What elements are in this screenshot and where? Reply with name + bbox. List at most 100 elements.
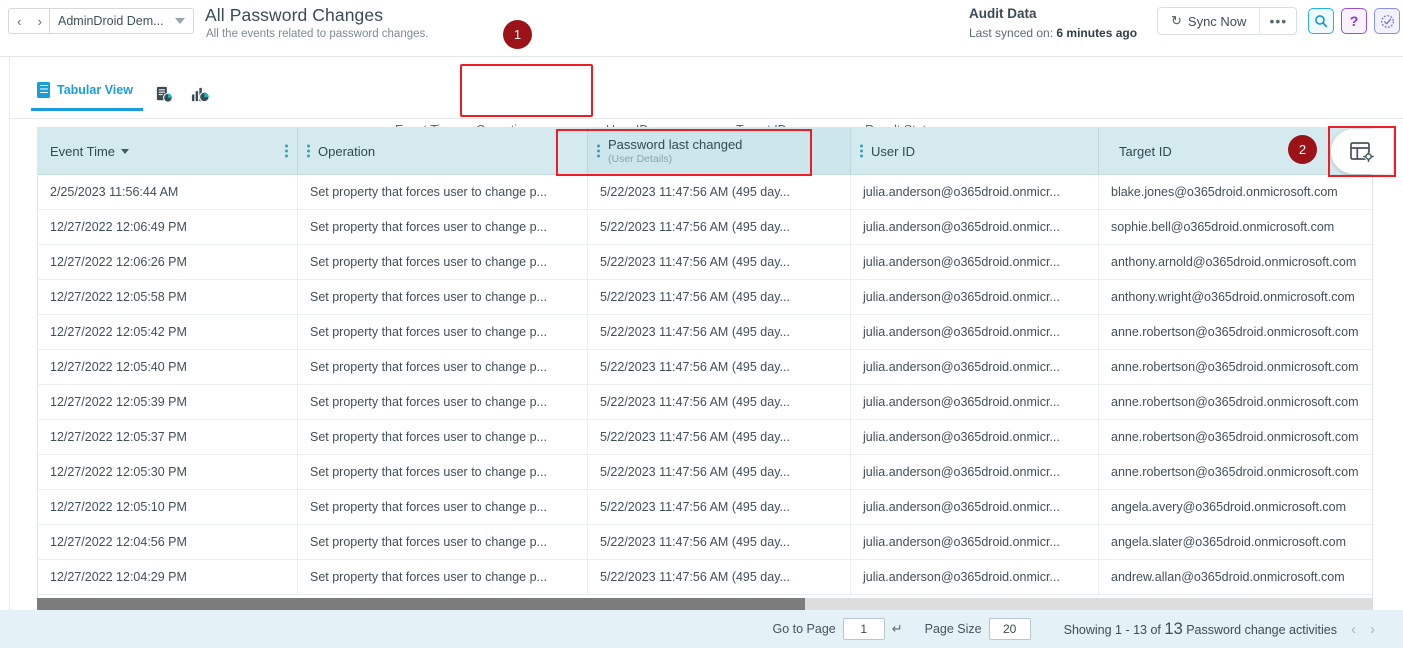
cell-target-id: anne.robertson@o365droid.onmicrosoft.com: [1099, 315, 1372, 349]
cell-event-time: 12/27/2022 12:05:40 PM: [38, 350, 298, 384]
chevron-down-icon: [175, 18, 185, 24]
table-row[interactable]: 12/27/2022 12:05:39 PMSet property that …: [38, 385, 1372, 420]
sync-now-button[interactable]: ↻ Sync Now: [1158, 8, 1260, 34]
goto-page-input[interactable]: 1: [843, 618, 885, 640]
table-body: 2/25/2023 11:56:44 AMSet property that f…: [38, 175, 1372, 595]
table-row[interactable]: 12/27/2022 12:05:40 PMSet property that …: [38, 350, 1372, 385]
column-header-password-last-changed[interactable]: Password last changed (User Details): [588, 128, 851, 174]
cell-user-id: julia.anderson@o365droid.onmicr...: [851, 315, 1099, 349]
column-header-password-last-changed-sub: (User Details): [600, 153, 672, 165]
cell-user-id: julia.anderson@o365droid.onmicr...: [851, 385, 1099, 419]
cell-target-id: anthony.arnold@o365droid.onmicrosoft.com: [1099, 245, 1372, 279]
cell-event-time: 12/27/2022 12:05:37 PM: [38, 420, 298, 454]
column-header-password-last-changed-label: Password last changed: [608, 137, 742, 152]
cell-user-id: julia.anderson@o365droid.onmicr...: [851, 350, 1099, 384]
table-left-gutter: [10, 119, 37, 610]
table-row[interactable]: 12/27/2022 12:05:37 PMSet property that …: [38, 420, 1372, 455]
column-header-operation[interactable]: Operation: [298, 128, 588, 174]
cell-operation: Set property that forces user to change …: [298, 245, 588, 279]
cell-target-id: angela.avery@o365droid.onmicrosoft.com: [1099, 490, 1372, 524]
table-row[interactable]: 12/27/2022 12:06:49 PMSet property that …: [38, 210, 1372, 245]
column-header-user-id[interactable]: User ID: [851, 128, 1099, 174]
column-header-event-time[interactable]: Event Time: [38, 128, 298, 174]
nav-back-icon[interactable]: ‹: [17, 15, 21, 28]
cell-user-id: julia.anderson@o365droid.onmicr...: [851, 490, 1099, 524]
clock-check-glyph: [1380, 14, 1395, 29]
organization-selector-label: AdminDroid Dem...: [58, 14, 175, 28]
next-page-button[interactable]: ›: [1370, 621, 1375, 638]
sort-descending-icon[interactable]: [121, 149, 129, 154]
table-row[interactable]: 12/27/2022 12:05:58 PMSet property that …: [38, 280, 1372, 315]
page-subtitle: All the events related to password chang…: [206, 28, 428, 40]
horizontal-scrollbar-thumb[interactable]: [37, 598, 805, 610]
audit-data-label: Audit Data: [969, 6, 1037, 21]
sync-more-options-button[interactable]: •••: [1260, 8, 1296, 34]
bar-pie-chart-glyph: [190, 85, 210, 104]
column-menu-icon[interactable]: [307, 150, 310, 153]
column-header-user-id-label: User ID: [871, 144, 915, 159]
column-menu-icon[interactable]: [285, 150, 288, 153]
table-row[interactable]: 12/27/2022 12:06:26 PMSet property that …: [38, 245, 1372, 280]
table-row[interactable]: 2/25/2023 11:56:44 AMSet property that f…: [38, 175, 1372, 210]
showing-summary: Showing 1 - 13 of 13 Password change act…: [1064, 620, 1337, 639]
table-row[interactable]: 12/27/2022 12:04:29 PMSet property that …: [38, 560, 1372, 595]
showing-total: 13: [1164, 620, 1182, 638]
tab-tabular-view-label: Tabular View: [57, 83, 133, 97]
table-row[interactable]: 12/27/2022 12:05:30 PMSet property that …: [38, 455, 1372, 490]
cell-password-last-changed: 5/22/2023 11:47:56 AM (495 day...: [588, 420, 851, 454]
cell-password-last-changed: 5/22/2023 11:47:56 AM (495 day...: [588, 175, 851, 209]
help-icon[interactable]: ?: [1341, 8, 1367, 34]
cell-user-id: julia.anderson@o365droid.onmicr...: [851, 455, 1099, 489]
column-menu-icon[interactable]: [597, 150, 600, 153]
search-icon[interactable]: [1308, 8, 1334, 34]
cell-target-id: anthony.wright@o365droid.onmicrosoft.com: [1099, 280, 1372, 314]
nav-arrows-group[interactable]: ‹ ›: [8, 8, 50, 34]
cell-operation: Set property that forces user to change …: [298, 210, 588, 244]
table-header-row: Event Time Operation Password last chang…: [38, 128, 1372, 175]
cell-password-last-changed: 5/22/2023 11:47:56 AM (495 day...: [588, 280, 851, 314]
filter-toolbar: Tabular View 20 Views: [10, 57, 1403, 119]
search-glyph: [1314, 14, 1328, 28]
audit-sync-value: 6 minutes ago: [1056, 26, 1137, 40]
table-row[interactable]: 12/27/2022 12:05:42 PMSet property that …: [38, 315, 1372, 350]
cell-password-last-changed: 5/22/2023 11:47:56 AM (495 day...: [588, 385, 851, 419]
cell-target-id: andrew.allan@o365droid.onmicrosoft.com: [1099, 560, 1372, 594]
sync-button-group[interactable]: ↻ Sync Now •••: [1157, 7, 1297, 35]
pagination-footer: Go to Page 1 ↵ Page Size 20 Showing 1 - …: [37, 610, 1403, 648]
activity-status-icon[interactable]: [1374, 8, 1400, 34]
nav-forward-icon[interactable]: ›: [38, 15, 42, 28]
column-menu-icon[interactable]: [860, 150, 863, 153]
step-badge-1: 1: [503, 20, 532, 49]
table-row[interactable]: 12/27/2022 12:04:56 PMSet property that …: [38, 525, 1372, 560]
cell-event-time: 2/25/2023 11:56:44 AM: [38, 175, 298, 209]
cell-operation: Set property that forces user to change …: [298, 385, 588, 419]
footer-left-gutter: [0, 610, 37, 648]
sync-now-label: Sync Now: [1188, 14, 1247, 29]
cell-target-id: anne.robertson@o365droid.onmicrosoft.com: [1099, 350, 1372, 384]
cell-user-id: julia.anderson@o365droid.onmicr...: [851, 245, 1099, 279]
table-settings-button[interactable]: [1331, 129, 1393, 174]
enter-key-icon: ↵: [892, 621, 903, 637]
cell-event-time: 12/27/2022 12:04:29 PM: [38, 560, 298, 594]
cell-user-id: julia.anderson@o365droid.onmicr...: [851, 280, 1099, 314]
chart-view-icon[interactable]: [188, 83, 212, 105]
top-header-bar: ‹ › AdminDroid Dem... All Password Chang…: [0, 0, 1403, 57]
tab-tabular-view[interactable]: Tabular View: [31, 77, 143, 111]
cell-target-id: anne.robertson@o365droid.onmicrosoft.com: [1099, 420, 1372, 454]
refresh-icon: ↻: [1171, 13, 1182, 29]
cell-operation: Set property that forces user to change …: [298, 560, 588, 594]
page-size-label: Page Size: [925, 622, 982, 636]
cell-event-time: 12/27/2022 12:05:30 PM: [38, 455, 298, 489]
report-summary-icon[interactable]: [152, 83, 176, 105]
cell-event-time: 12/27/2022 12:04:56 PM: [38, 525, 298, 559]
previous-page-button[interactable]: ‹: [1351, 621, 1356, 638]
page-size-input[interactable]: 20: [989, 618, 1031, 640]
organization-selector[interactable]: AdminDroid Dem...: [49, 8, 194, 34]
cell-operation: Set property that forces user to change …: [298, 280, 588, 314]
cell-target-id: anne.robertson@o365droid.onmicrosoft.com: [1099, 455, 1372, 489]
document-icon: [37, 82, 50, 98]
cell-event-time: 12/27/2022 12:06:49 PM: [38, 210, 298, 244]
cell-event-time: 12/27/2022 12:05:39 PM: [38, 385, 298, 419]
table-row[interactable]: 12/27/2022 12:05:10 PMSet property that …: [38, 490, 1372, 525]
audit-last-synced: Last synced on: 6 minutes ago: [969, 26, 1137, 40]
